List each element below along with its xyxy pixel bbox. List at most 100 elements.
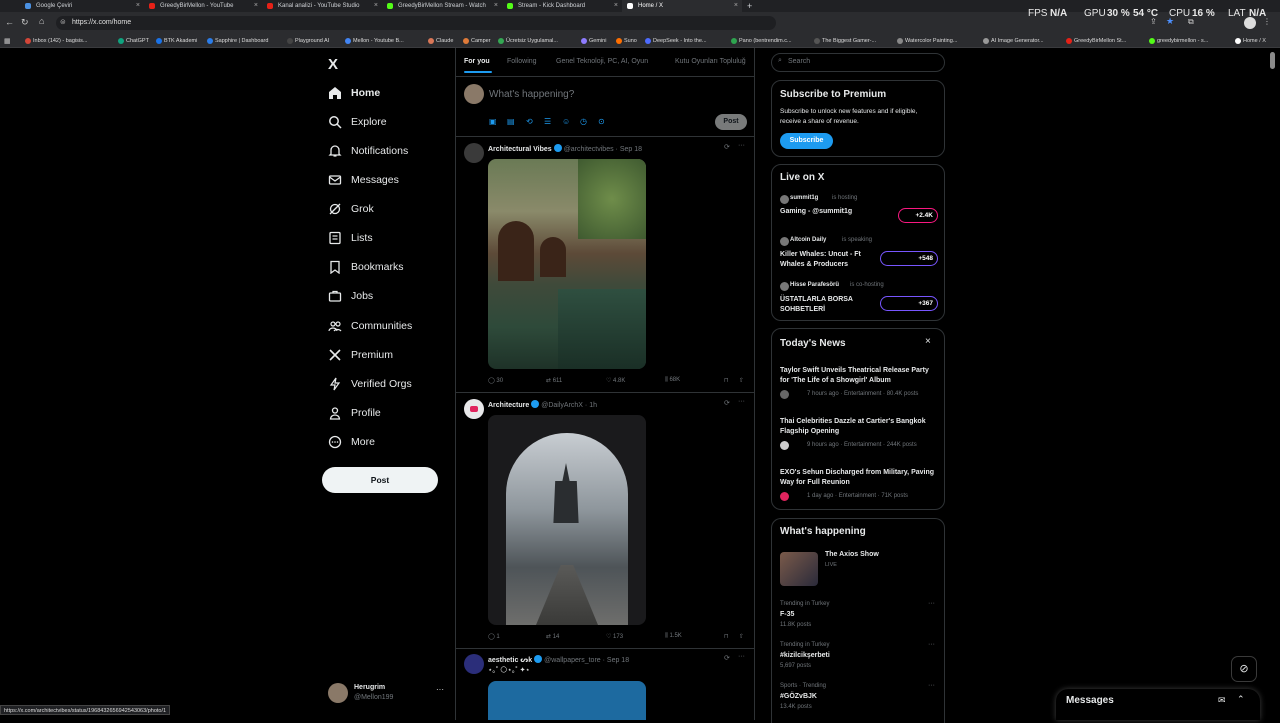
browser-tab[interactable]: Google Çeviri × [20, 0, 144, 12]
tweet-more-icon[interactable]: ··· [738, 398, 745, 405]
sidebar-item-notifications[interactable]: Notifications [328, 140, 408, 162]
subscribe-button[interactable]: Subscribe [780, 133, 833, 149]
tweet-author[interactable]: Architecture [488, 402, 529, 409]
tweet-image-gothic-arch[interactable] [488, 415, 646, 625]
bookmark-item[interactable]: AI Image Generator... [982, 34, 1044, 48]
grok-compose-icon[interactable]: ⟲ [526, 117, 533, 126]
browser-tab[interactable]: GreedyBirMellon - YouTube × [144, 0, 262, 12]
browser-tab[interactable]: GreedyBirMellon Stream - Watch × [382, 0, 502, 12]
grok-explain-icon[interactable]: ⟳ [724, 399, 730, 407]
share-tweet-icon[interactable]: ⇧ [739, 377, 744, 384]
bookmark-item[interactable]: Gemini [580, 34, 606, 48]
bookmark-item[interactable]: Watercolor Painting... [896, 34, 957, 48]
search-box[interactable]: ⌕ Search [771, 53, 945, 72]
page-scrollbar-thumb[interactable] [1270, 52, 1275, 69]
account-switcher[interactable]: Herugrim @Mellon199 ··· [328, 682, 448, 708]
bookmark-item[interactable]: Playground AI [286, 34, 329, 48]
sidebar-item-lists[interactable]: Lists [328, 227, 373, 249]
grok-explain-icon[interactable]: ⟳ [724, 654, 730, 662]
bookmark-item[interactable]: BTK Akademi [155, 34, 197, 48]
sidebar-item-verified-orgs[interactable]: Verified Orgs [328, 373, 412, 395]
compose-post-button[interactable]: Post [715, 114, 747, 130]
tweet-author[interactable]: aesthetic ᔕk [488, 657, 532, 664]
trend-more-icon[interactable]: ··· [928, 641, 935, 648]
sidebar-item-home[interactable]: Home [328, 82, 380, 104]
post-button[interactable]: Post [322, 467, 438, 493]
back-icon[interactable]: ← [5, 17, 14, 27]
location-icon[interactable]: ⊙ [598, 117, 605, 126]
grok-explain-icon[interactable]: ⟳ [724, 143, 730, 151]
sidebar-item-explore[interactable]: Explore [328, 111, 387, 133]
share-tweet-icon[interactable]: ⇧ [739, 633, 744, 640]
bookmark-item[interactable]: ChatGPT [117, 34, 149, 48]
url-field[interactable]: ⊜ https://x.com/home [56, 16, 776, 30]
views-button[interactable]: ⫼ 1.5K [665, 633, 682, 640]
poll-icon[interactable]: ☰ [544, 117, 551, 126]
tweet-more-icon[interactable]: ··· [738, 142, 745, 149]
tweet-author[interactable]: Architectural Vibes [488, 146, 552, 153]
like-button[interactable]: ♡ 4.8K [606, 377, 625, 384]
close-tab-icon[interactable]: × [734, 0, 738, 12]
gif-icon[interactable]: ▤ [507, 117, 515, 126]
sidebar-item-more[interactable]: More [328, 431, 375, 453]
close-tab-icon[interactable]: × [136, 0, 140, 12]
bookmark-item[interactable]: Camper [462, 34, 491, 48]
sidebar-item-profile[interactable]: Profile [328, 402, 381, 424]
sidebar-item-bookmarks[interactable]: Bookmarks [328, 256, 404, 278]
tab-community-tech[interactable]: Genel Teknoloji, PC, AI, Oyun [556, 58, 648, 65]
image-icon[interactable]: ▣ [489, 117, 497, 126]
tweet-image-canal[interactable] [488, 159, 646, 369]
schedule-icon[interactable]: ◷ [580, 117, 587, 126]
bookmark-item[interactable]: The Biggest Gamer-... [813, 34, 876, 48]
apps-icon[interactable]: ▦ [4, 37, 11, 45]
bookmark-item[interactable]: Mellon - Youtube B... [344, 34, 404, 48]
bookmark-item[interactable]: Home / X [1234, 34, 1266, 48]
emoji-icon[interactable]: ☺ [562, 117, 570, 126]
new-message-icon[interactable]: ✉ [1218, 695, 1226, 706]
close-tab-icon[interactable]: × [374, 0, 378, 12]
bookmark-item[interactable]: Pano (bentrendim.c... [730, 34, 792, 48]
repost-button[interactable]: ⇄ 14 [546, 633, 559, 640]
compose-input[interactable]: What's happening? [489, 89, 574, 100]
sidebar-item-communities[interactable]: Communities [328, 315, 412, 337]
trend-more-icon[interactable]: ··· [928, 600, 935, 607]
reply-button[interactable]: ◯ 1 [488, 633, 500, 640]
browser-tab-active[interactable]: Home / X × [622, 0, 742, 12]
tweet-handle[interactable]: @DailyArchX [541, 402, 583, 409]
tab-community-boardgames[interactable]: Kutu Oyunları Topluluğ [675, 58, 746, 65]
expand-chevrons-icon[interactable]: ⌃ [1237, 694, 1245, 705]
sidebar-item-messages[interactable]: Messages [328, 169, 399, 191]
reload-icon[interactable]: ↻ [21, 17, 29, 28]
close-tab-icon[interactable]: × [614, 0, 618, 12]
search-input[interactable]: Search [788, 58, 810, 65]
bookmark-tweet-icon[interactable]: ⊓ [724, 633, 729, 640]
sidebar-item-grok[interactable]: Grok [328, 198, 374, 220]
bookmark-item[interactable]: greedybirmellon - s... [1148, 34, 1208, 48]
x-logo[interactable]: X [328, 56, 338, 73]
tweet-time[interactable]: · 1h [585, 402, 597, 409]
tweet-time[interactable]: · Sep 18 [616, 146, 642, 153]
sidebar-item-premium[interactable]: Premium [328, 344, 393, 366]
tweet-handle[interactable]: @architectvibes [564, 146, 614, 153]
site-info-icon[interactable]: ⊜ [60, 16, 66, 30]
like-button[interactable]: ♡ 173 [606, 633, 623, 640]
tweet-image-wallpaper[interactable] [488, 681, 646, 720]
sidebar-item-jobs[interactable]: Jobs [328, 285, 373, 307]
bookmark-item[interactable]: Inbox (142) - bagisis... [24, 34, 87, 48]
close-tab-icon[interactable]: × [254, 0, 258, 12]
close-tab-icon[interactable]: × [494, 0, 498, 12]
close-icon[interactable]: × [925, 336, 931, 347]
home-browser-icon[interactable]: ⌂ [39, 16, 44, 26]
tweet-time[interactable]: · Sep 18 [603, 657, 629, 664]
browser-tab[interactable]: Stream - Kick Dashboard × [502, 0, 622, 12]
tweet-more-icon[interactable]: ··· [738, 653, 745, 660]
bookmark-tweet-icon[interactable]: ⊓ [724, 377, 729, 384]
trend-more-icon[interactable]: ··· [928, 682, 935, 689]
tab-for-you[interactable]: For you [464, 58, 490, 65]
views-button[interactable]: ⫼ 68K [665, 377, 680, 384]
tweet-handle[interactable]: @wallpapers_tore [544, 657, 601, 664]
new-tab-button[interactable]: + [744, 0, 758, 12]
reply-button[interactable]: ◯ 30 [488, 377, 503, 384]
bookmark-item[interactable]: Ücretsiz Uygulamal... [497, 34, 558, 48]
bookmark-item[interactable]: DeepSeek - Into the... [644, 34, 707, 48]
